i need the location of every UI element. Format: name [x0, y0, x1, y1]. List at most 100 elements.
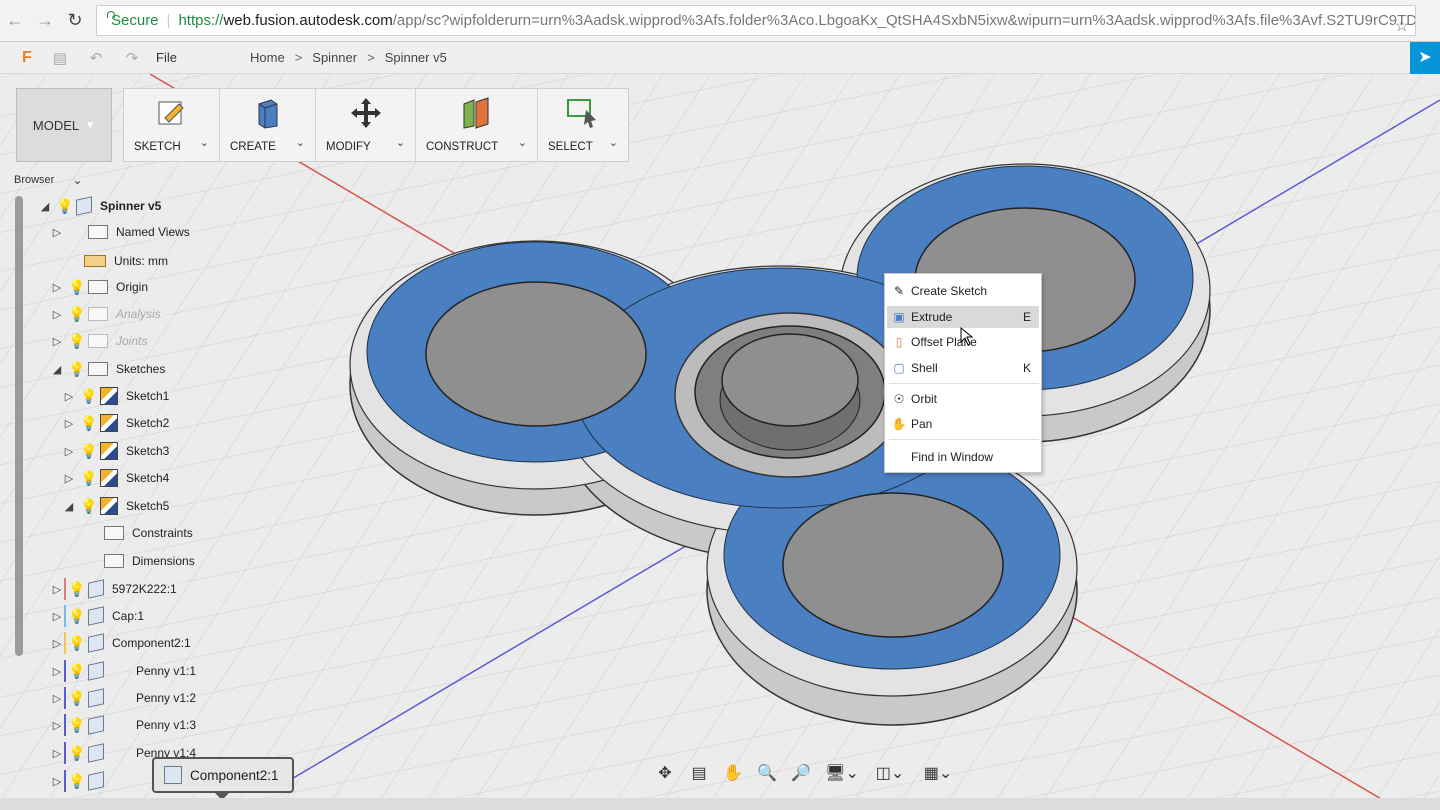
file-menu[interactable]: File — [156, 50, 177, 65]
tree-item-penny2[interactable]: ▷ 💡 Penny v1:2 — [50, 687, 201, 709]
lightbulb-icon[interactable]: 💡 — [56, 198, 73, 215]
chevron-down-icon[interactable]: ⌄ — [609, 136, 618, 149]
tree-item-dimensions[interactable]: Dimensions — [100, 550, 199, 572]
expand-triangle-icon[interactable]: ▷ — [50, 335, 64, 348]
collapse-triangle-icon[interactable]: ◢ — [50, 363, 64, 376]
zoom-icon[interactable]: 🔍 — [752, 759, 782, 787]
orbit-tool-icon[interactable]: ✥ — [650, 759, 680, 787]
tree-item-units[interactable]: Units: mm — [66, 250, 172, 272]
expand-triangle-icon[interactable]: ▷ — [50, 281, 64, 294]
expand-triangle-icon[interactable]: ▷ — [62, 445, 76, 458]
expand-triangle-icon[interactable]: ▷ — [50, 583, 64, 596]
collapse-triangle-icon[interactable]: ◢ — [62, 500, 76, 513]
lightbulb-icon[interactable]: 💡 — [80, 470, 97, 487]
reload-icon[interactable]: ↻ — [60, 10, 90, 31]
lightbulb-icon[interactable]: 💡 — [68, 581, 85, 598]
menu-item-create-sketch[interactable]: ✎ Create Sketch — [887, 280, 1039, 302]
lightbulb-icon[interactable]: 💡 — [80, 388, 97, 405]
lightbulb-icon[interactable]: 💡 — [68, 279, 85, 296]
breadcrumb-document[interactable]: Spinner v5 — [385, 50, 447, 65]
canvas-viewport[interactable] — [0, 74, 1440, 810]
lightbulb-icon[interactable]: 💡 — [80, 498, 97, 515]
back-arrow-icon[interactable]: ← — [0, 10, 30, 31]
fusion-logo-icon[interactable]: F — [22, 49, 42, 67]
tree-item-partial[interactable]: ▷ 💡 — [50, 770, 108, 792]
tree-item-component2[interactable]: ▷ 💡 Component2:1 — [50, 632, 195, 654]
menu-item-pan[interactable]: ✋ Pan — [887, 413, 1039, 435]
lightbulb-icon[interactable]: 💡 — [80, 415, 97, 432]
chevron-down-icon[interactable]: ⌄ — [72, 173, 82, 187]
lightbulb-icon[interactable]: 💡 — [68, 663, 85, 680]
chevron-down-icon[interactable]: ⌄ — [396, 136, 405, 149]
expand-triangle-icon[interactable]: ▷ — [50, 747, 64, 760]
chevron-down-icon[interactable]: ⌄ — [200, 136, 209, 149]
lightbulb-icon[interactable]: 💡 — [80, 443, 97, 460]
tree-item-sketch3[interactable]: ▷ 💡 Sketch3 — [62, 440, 174, 462]
tree-item-sketch2[interactable]: ▷ 💡 Sketch2 — [62, 412, 174, 434]
viewports-grid-icon[interactable]: ▦⌄ — [916, 759, 960, 787]
tree-item-sketch5[interactable]: ◢ 💡 Sketch5 — [62, 495, 174, 517]
create-tool-button[interactable]: CREATE ⌄ — [220, 89, 316, 161]
expand-triangle-icon[interactable]: ▷ — [50, 308, 64, 321]
collapse-triangle-icon[interactable]: ◢ — [38, 200, 52, 213]
sketch-tool-button[interactable]: SKETCH ⌄ — [124, 89, 220, 161]
expand-triangle-icon[interactable]: ▷ — [50, 665, 64, 678]
share-button[interactable]: ➤ — [1410, 42, 1440, 74]
lightbulb-icon[interactable]: 💡 — [68, 745, 85, 762]
expand-triangle-icon[interactable]: ▷ — [62, 390, 76, 403]
expand-triangle-icon[interactable]: ▷ — [50, 719, 64, 732]
undo-icon[interactable]: ↶ — [78, 49, 114, 67]
menu-item-shell[interactable]: ▢ Shell K — [887, 357, 1039, 379]
lightbulb-icon[interactable]: 💡 — [68, 306, 85, 323]
expand-triangle-icon[interactable]: ▷ — [62, 472, 76, 485]
browser-scrollbar[interactable] — [15, 196, 23, 656]
menu-item-orbit[interactable]: ☉ Orbit — [887, 388, 1039, 410]
address-bar[interactable]: Secure | https:// web.fusion.autodesk.co… — [96, 5, 1416, 36]
expand-triangle-icon[interactable]: ▷ — [50, 637, 64, 650]
pan-hand-icon[interactable]: ✋ — [718, 759, 748, 787]
tree-item-origin[interactable]: ▷ 💡 Origin — [50, 276, 153, 298]
modify-tool-button[interactable]: MODIFY ⌄ — [316, 89, 416, 161]
lightbulb-icon[interactable]: 💡 — [68, 333, 85, 350]
save-icon[interactable]: ▤ — [42, 49, 78, 67]
tree-item-analysis[interactable]: ▷ 💡 Analysis — [50, 303, 165, 325]
breadcrumb-home[interactable]: Home — [250, 50, 285, 65]
expand-triangle-icon[interactable]: ▷ — [62, 417, 76, 430]
breadcrumb-project[interactable]: Spinner — [312, 50, 357, 65]
tree-item-sketch1[interactable]: ▷ 💡 Sketch1 — [62, 385, 174, 407]
display-settings-icon[interactable]: 🖥⌄ — [820, 759, 864, 787]
tree-item-sketches[interactable]: ◢ 💡 Sketches — [50, 358, 170, 380]
lightbulb-icon[interactable]: 💡 — [68, 635, 85, 652]
lightbulb-icon[interactable]: 💡 — [68, 690, 85, 707]
expand-triangle-icon[interactable]: ▷ — [50, 692, 64, 705]
select-tool-button[interactable]: SELECT ⌄ — [538, 89, 628, 161]
forward-arrow-icon[interactable]: → — [30, 10, 60, 31]
look-at-icon[interactable]: ▤ — [684, 759, 714, 787]
tree-item-joints[interactable]: ▷ 💡 Joints — [50, 330, 152, 352]
lightbulb-icon[interactable]: 💡 — [68, 608, 85, 625]
redo-icon[interactable]: ↷ — [114, 49, 150, 67]
construct-tool-button[interactable]: CONSTRUCT ⌄ — [416, 89, 538, 161]
lightbulb-icon[interactable]: 💡 — [68, 361, 85, 378]
chevron-down-icon[interactable]: ⌄ — [296, 136, 305, 149]
lightbulb-icon[interactable]: 💡 — [68, 773, 85, 790]
expand-triangle-icon[interactable]: ▷ — [50, 775, 64, 788]
browser-panel-header[interactable]: Browser ⌄ — [14, 173, 82, 187]
menu-item-extrude[interactable]: ▣ Extrude E — [887, 306, 1039, 328]
workspace-switcher-button[interactable]: MODEL ▼ — [16, 88, 112, 162]
expand-triangle-icon[interactable]: ▷ — [50, 226, 64, 239]
tree-item-sketch4[interactable]: ▷ 💡 Sketch4 — [62, 467, 174, 489]
fit-zoom-icon[interactable]: 🔎 — [786, 759, 816, 787]
visual-style-icon[interactable]: ◫⌄ — [868, 759, 912, 787]
tree-item-5972k222[interactable]: ▷ 💡 5972K222:1 — [50, 578, 181, 600]
tree-item-penny3[interactable]: ▷ 💡 Penny v1:3 — [50, 714, 201, 736]
chevron-down-icon[interactable]: ⌄ — [518, 136, 527, 149]
tree-item-constraints[interactable]: Constraints — [100, 522, 197, 544]
tree-item-penny1[interactable]: ▷ 💡 Penny v1:1 — [50, 660, 201, 682]
bookmark-star-icon[interactable]: ☆ — [1395, 16, 1409, 35]
expand-triangle-icon[interactable]: ▷ — [50, 610, 64, 623]
tree-item-named-views[interactable]: ▷ Named Views — [50, 221, 194, 243]
tree-item-root[interactable]: ◢ 💡 Spinner v5 — [38, 195, 166, 217]
menu-item-find-in-window[interactable]: Find in Window — [887, 446, 1039, 468]
lightbulb-icon[interactable]: 💡 — [68, 717, 85, 734]
